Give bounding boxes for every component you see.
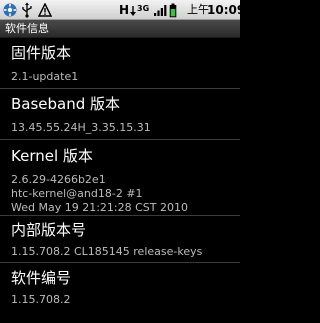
title-bar: 软件信息 [0,20,240,38]
item-title: 软件编号 [11,269,72,287]
clock-time: 10:09 [207,3,246,17]
item-value: 1.15.708.2 [11,293,71,306]
software-info-list[interactable]: 固件版本 2.1-update1 Baseband 版本 13.45.55.24… [0,38,240,323]
item-title: 固件版本 [11,44,72,62]
settings-gear-icon [2,2,18,18]
item-value-line-1: 2.6.29-4266b2e1 [11,173,106,186]
battery-icon [169,2,177,18]
item-value-line-3: Wed May 19 21:21:28 CST 2010 [11,201,188,214]
item-value-line-2: htc-kernel@and18-2 #1 [11,187,143,200]
list-item-baseband-version[interactable]: Baseband 版本 13.45.55.24H_3.35.15.31 [0,89,240,140]
time-period: 上午 [187,3,209,16]
list-item-firmware-version[interactable]: 固件版本 2.1-update1 [0,38,240,89]
item-value: 13.45.55.24H_3.35.15.31 [11,121,151,134]
item-title: Baseband 版本 [11,95,121,113]
usb-icon [21,2,33,18]
status-bar[interactable]: H 3G 上午 10:09 [0,0,245,20]
htc-sync-icon: H [119,3,130,17]
item-title: Kernel 版本 [11,147,93,165]
item-title: 内部版本号 [11,221,87,239]
warning-icon [38,2,52,18]
list-item-build-number[interactable]: 内部版本号 1.15.708.2 CL185145 release-keys [0,216,240,263]
3g-icon: 3G [137,4,150,13]
signal-icon [153,2,167,18]
item-value: 1.15.708.2 CL185145 release-keys [11,245,203,258]
list-item-software-number[interactable]: 软件编号 1.15.708.2 [0,263,240,323]
list-item-kernel-version[interactable]: Kernel 版本 2.6.29-4266b2e1 htc-kernel@and… [0,140,240,216]
item-value: 2.1-update1 [11,70,79,83]
page-title: 软件信息 [5,22,49,35]
download-arrow-icon [129,2,137,18]
